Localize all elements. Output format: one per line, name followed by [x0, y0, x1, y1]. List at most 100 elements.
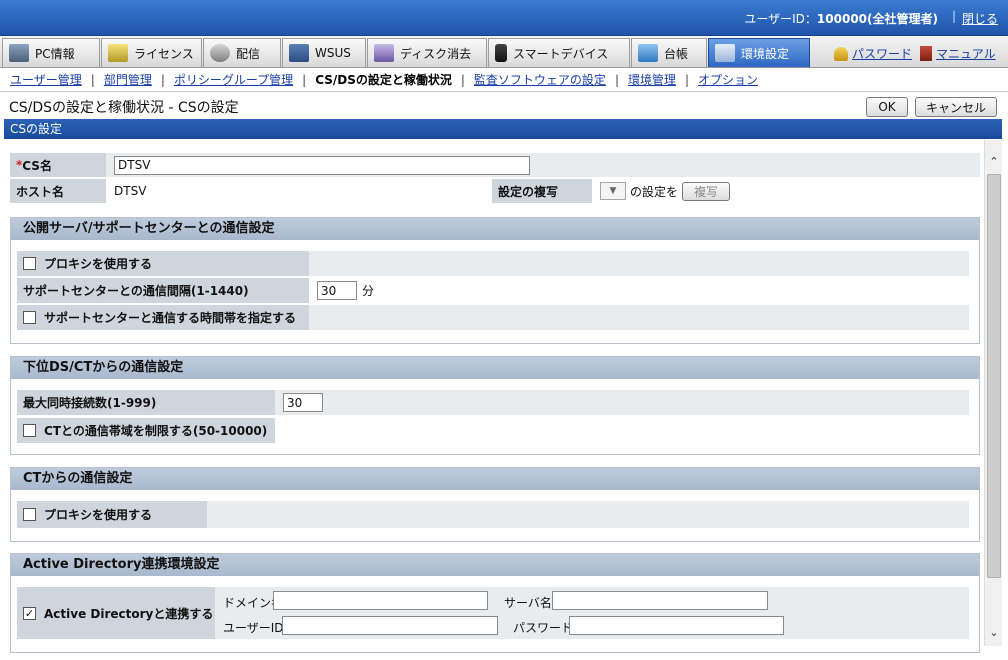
ct-proxy-value-cell [207, 501, 969, 528]
proxy-value-cell [309, 251, 969, 276]
tab-distribution[interactable]: 配信 [203, 38, 281, 67]
subnav-department-management[interactable]: 部門管理 [104, 71, 152, 88]
ad-link-checkbox-label[interactable]: ✓ Active Directoryと連携する [17, 587, 215, 639]
tab-label: PC情報 [35, 46, 75, 61]
subnav-separator: | [302, 72, 307, 87]
manual-book-icon [920, 46, 932, 61]
wsus-icon [289, 44, 309, 62]
host-name-label: ホスト名 [10, 179, 106, 203]
timeslot-value-cell [309, 305, 969, 330]
ok-button[interactable]: OK [866, 97, 908, 117]
subnav-options[interactable]: オプション [698, 71, 758, 88]
tab-smart-device[interactable]: スマートデバイス [488, 38, 630, 67]
tab-label: 台帳 [664, 46, 689, 61]
tab-label: 環境設定 [741, 46, 790, 61]
tab-license[interactable]: ライセンス [101, 38, 202, 67]
ad-link-checkbox[interactable]: ✓ [23, 606, 36, 620]
subnav-cs-ds-settings-current: CS/DSの設定と稼働状況 [315, 73, 452, 87]
proxy-checkbox[interactable] [23, 257, 36, 270]
active-directory-group: Active Directory連携環境設定 ✓ Active Directory… [10, 553, 980, 653]
close-link[interactable]: 閉じる [962, 10, 998, 27]
ct-proxy-label-text: プロキシを使用する [44, 508, 153, 522]
interval-input[interactable] [317, 281, 357, 300]
scroll-down-icon[interactable]: ⌄ [985, 623, 1003, 641]
host-name-value: DTSV [106, 179, 492, 203]
proxy-row: プロキシを使用する [17, 251, 969, 276]
user-info: ユーザーID：100000(全社管理者) [744, 10, 938, 27]
manual-link[interactable]: マニュアル [920, 45, 996, 62]
max-conn-row: 最大同時接続数(1-999) [17, 390, 969, 415]
host-name-row: ホスト名 DTSV 設定の複写 ▼ の設定を 複写 [10, 179, 980, 203]
subnav-separator: | [460, 72, 465, 87]
copy-source-select[interactable]: ▼ [600, 182, 626, 200]
user-id-input[interactable] [282, 616, 498, 635]
cs-name-label-text: CS名 [22, 158, 52, 173]
subnav-environment-management[interactable]: 環境管理 [628, 71, 676, 88]
timeslot-label-text: サポートセンターと通信する時間帯を指定する [44, 311, 297, 325]
user-id-label: ユーザーID： [744, 12, 817, 26]
tab-label: 配信 [236, 46, 261, 61]
proxy-label-text: プロキシを使用する [44, 257, 153, 271]
cs-name-cell [106, 153, 980, 177]
max-conn-cell [275, 390, 969, 415]
distribution-icon [210, 44, 230, 62]
subnav-separator: | [614, 72, 619, 87]
tab-label: ライセンス [134, 46, 194, 61]
tab-disk-erase[interactable]: ディスク消去 [367, 38, 487, 67]
vertical-scrollbar[interactable]: ⌃ ⌄ [984, 140, 1002, 646]
subnav-user-management[interactable]: ユーザー管理 [10, 71, 82, 88]
user-id-field-label: ユーザーID [223, 621, 284, 635]
password-field-label: パスワード [513, 621, 574, 635]
scroll-thumb[interactable] [987, 174, 1001, 578]
password-link[interactable]: パスワード [834, 45, 912, 62]
tab-wsus[interactable]: WSUS [282, 38, 366, 67]
tab-label: ディスク消去 [400, 46, 472, 61]
ct-proxy-checkbox[interactable] [23, 508, 36, 521]
timeslot-row: サポートセンターと通信する時間帯を指定する [17, 305, 969, 330]
license-icon [108, 44, 128, 62]
server-input[interactable] [552, 591, 768, 610]
cs-name-label: * CS名 [10, 153, 106, 177]
ct-proxy-checkbox-label[interactable]: プロキシを使用する [17, 501, 207, 528]
timeslot-checkbox-label[interactable]: サポートセンターと通信する時間帯を指定する [17, 305, 309, 330]
cs-name-input[interactable] [114, 155, 530, 175]
interval-row: サポートセンターとの通信間隔(1-1440) 分 [17, 278, 969, 303]
max-conn-label: 最大同時接続数(1-999) [17, 390, 275, 415]
section-title: CSの設定 [4, 119, 1002, 139]
bandwidth-checkbox-label[interactable]: CTとの通信帯域を制限する(50-10000) [17, 418, 275, 443]
page-titlebar: CS/DSの設定と稼働状況 - CSの設定 OK キャンセル [0, 93, 1008, 119]
subnav-separator: | [160, 72, 165, 87]
copy-settings-label: 設定の複写 [492, 179, 592, 203]
domain-input[interactable] [273, 591, 488, 610]
password-input[interactable] [569, 616, 784, 635]
ad-fields-cell: ドメイン名 サーバ名 ユーザーID パスワード [215, 587, 969, 639]
interval-unit: 分 [362, 284, 375, 298]
server-label: サーバ名 [504, 596, 552, 610]
settings-content: *CS名 ホスト名 DTSV 設定の複写 ▼ の設定を 複写 公開サーバ/サポー… [4, 140, 984, 655]
proxy-checkbox-label[interactable]: プロキシを使用する [17, 251, 309, 276]
bandwidth-label-text: CTとの通信帯域を制限する(50-10000) [44, 424, 268, 438]
disk-erase-icon [374, 44, 394, 62]
bandwidth-checkbox[interactable] [23, 424, 36, 437]
scroll-up-icon[interactable]: ⌃ [985, 152, 1003, 170]
subnav-audit-software-settings[interactable]: 監査ソフトウェアの設定 [474, 71, 606, 88]
ledger-icon [638, 44, 658, 62]
bandwidth-row: CTとの通信帯域を制限する(50-10000) [17, 418, 969, 443]
interval-label: サポートセンターとの通信間隔(1-1440) [17, 278, 309, 303]
tab-pc-info[interactable]: PC情報 [2, 38, 100, 67]
subnav-policy-group-management[interactable]: ポリシーグループ管理 [174, 71, 293, 88]
timeslot-checkbox[interactable] [23, 311, 36, 324]
lower-ds-title: 下位DS/CTからの通信設定 [11, 357, 979, 379]
manual-label: マニュアル [936, 47, 996, 61]
subnav-separator: | [90, 72, 95, 87]
copy-button[interactable]: 複写 [682, 181, 731, 201]
max-conn-input[interactable] [283, 393, 323, 412]
tab-environment-settings[interactable]: 環境設定 [708, 38, 810, 67]
chevron-down-icon: ▼ [609, 186, 617, 196]
tab-ledger[interactable]: 台帳 [631, 38, 707, 67]
cancel-button[interactable]: キャンセル [915, 97, 997, 117]
key-icon [834, 46, 848, 61]
cs-name-row: * CS名 [10, 153, 980, 177]
tab-label: WSUS [315, 46, 351, 60]
ct-proxy-row: プロキシを使用する [17, 501, 969, 528]
